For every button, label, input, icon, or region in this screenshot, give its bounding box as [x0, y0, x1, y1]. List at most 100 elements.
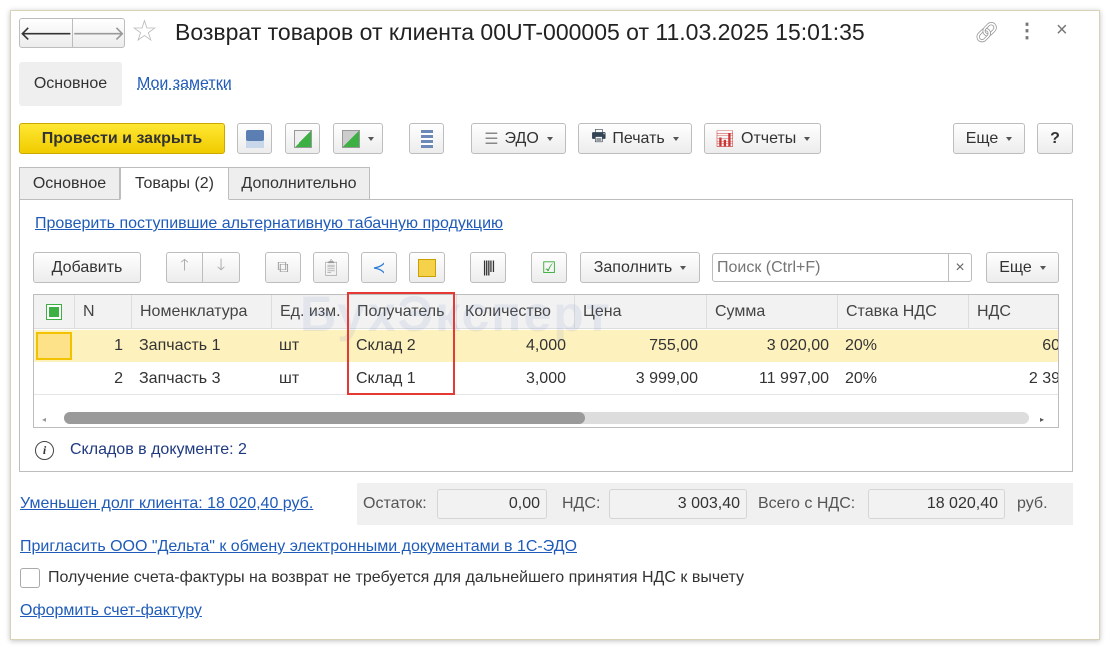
fill-button[interactable]: Заполнить — [580, 252, 700, 283]
back-button[interactable]: 🡐 — [19, 18, 73, 48]
column-icon[interactable] — [34, 295, 74, 328]
total-field: 18 020,40 — [868, 489, 1005, 519]
column-item[interactable]: Номенклатура — [131, 295, 271, 328]
tab-goods[interactable]: Товары (2) — [120, 167, 229, 200]
table-row[interactable]: 1 Запчасть 1 шт Склад 2 4,000 755,00 3 0… — [34, 330, 1059, 362]
more-button[interactable]: Еще — [953, 123, 1025, 154]
star-icon[interactable]: ☆ — [131, 14, 158, 49]
copy-button[interactable]: ⧉ — [265, 252, 301, 283]
debt-link[interactable]: Уменьшен долг клиента: 18 020,40 руб. — [20, 495, 313, 513]
check-button[interactable]: ☑ — [531, 252, 567, 283]
create-based-on-button[interactable] — [333, 123, 383, 154]
column-vat[interactable]: НДС — [968, 295, 1058, 328]
cell-item: Запчасть 1 — [139, 337, 221, 354]
post-and-close-button[interactable]: Провести и закрыть — [19, 123, 225, 154]
checklist-icon: ☑ — [541, 259, 557, 277]
copy-icon: ⧉ — [277, 258, 289, 276]
print-button[interactable]: 🖶 Печать — [578, 123, 692, 154]
table-row[interactable]: 2 Запчасть 3 шт Склад 1 3,000 3 999,00 1… — [34, 363, 1059, 395]
cell-price: 755,00 — [649, 337, 698, 354]
post-icon — [293, 129, 312, 148]
currency-label: руб. — [1017, 495, 1048, 512]
paste-button[interactable]: 📋︎ — [313, 252, 349, 283]
link-icon[interactable]: 🔗︎ — [974, 20, 999, 45]
cell-item: Запчасть 3 — [139, 369, 221, 387]
vat-field: 3 003,40 — [609, 489, 747, 519]
rest-field: 0,00 — [437, 489, 547, 519]
warehouses-info: Складов в документе: 2 — [70, 441, 247, 458]
cell-vat: 2 39 — [1028, 369, 1059, 387]
column-qty[interactable]: Количество — [456, 295, 574, 328]
cell-qty: 3,000 — [525, 369, 566, 387]
cell-vat-rate: 20% — [845, 337, 878, 354]
save-button[interactable] — [237, 123, 272, 154]
arrow-down-icon: 🡓 — [216, 257, 226, 274]
help-button[interactable]: ? — [1037, 123, 1073, 154]
search-input[interactable] — [712, 253, 949, 282]
arrow-right-icon: 🡒 — [71, 22, 126, 45]
journal-button[interactable] — [409, 123, 444, 154]
cell-n: 2 — [114, 369, 123, 387]
cell-sum: 11 997,00 — [759, 369, 829, 387]
cell-vat-rate: 20% — [845, 369, 878, 387]
column-n[interactable]: N — [74, 295, 131, 328]
horizontal-scrollbar[interactable] — [64, 412, 1029, 424]
save-icon — [245, 129, 264, 148]
column-unit[interactable]: Ед. изм. — [271, 295, 348, 328]
add-button[interactable]: Добавить — [33, 252, 141, 283]
column-sum[interactable]: Сумма — [706, 295, 837, 328]
move-down-button[interactable]: 🡓 — [202, 252, 240, 283]
row-marker — [36, 332, 72, 360]
column-price[interactable]: Цена — [574, 295, 706, 328]
cell-n: 1 — [114, 337, 123, 354]
page-title: Возврат товаров от клиента 00UT-000005 о… — [175, 19, 865, 45]
tab-main[interactable]: Основное — [19, 167, 120, 200]
move-up-button[interactable]: 🡑 — [166, 252, 203, 283]
clear-search-button[interactable]: × — [948, 253, 972, 282]
total-label: Всего с НДС: — [758, 495, 856, 512]
edo-icon: ☰ — [484, 130, 499, 148]
close-icon[interactable]: × — [1056, 19, 1068, 42]
edo-button[interactable]: ☰ ЭДО — [471, 123, 566, 154]
nav-main[interactable]: Основное — [19, 62, 122, 106]
nav-notes[interactable]: Мои заметки — [137, 75, 232, 93]
invoice-not-required-checkbox[interactable] — [20, 568, 40, 588]
arrow-left-icon: 🡐 — [19, 22, 73, 45]
more-vert-icon[interactable]: ⋮ — [1017, 18, 1037, 43]
invoice-not-required-label[interactable]: Получение счета-фактуры на возврат не тр… — [48, 569, 744, 587]
cell-vat: 60 — [1042, 337, 1059, 354]
create-invoice-link[interactable]: Оформить счет-фактуру — [20, 602, 202, 620]
rest-label: Остаток: — [363, 495, 427, 512]
barcode-button[interactable]: |||‖ — [470, 252, 506, 283]
table-settings-icon — [46, 303, 62, 320]
cell-unit: шт — [279, 369, 300, 387]
barcode-icon: |||‖ — [482, 258, 495, 276]
scrollbar-thumb[interactable] — [64, 412, 586, 424]
cell-price: 3 999,00 — [635, 369, 698, 387]
invite-edo-link[interactable]: Пригласить ООО "Дельта" к обмену электро… — [20, 538, 577, 556]
forward-button[interactable]: 🡒 — [72, 18, 125, 48]
paste-icon: 📋︎ — [320, 259, 342, 277]
cell-qty: 4,000 — [525, 337, 566, 354]
check-tobacco-link[interactable]: Проверить поступившие альтернативную таб… — [35, 215, 503, 233]
goods-more-button[interactable]: Еще — [986, 252, 1059, 283]
list-icon — [420, 129, 433, 148]
vat-label: НДС: — [562, 495, 601, 512]
reports-button[interactable]: 📊︎ Отчеты — [704, 123, 821, 154]
table-header: N Номенклатура Ед. изм. Получатель Колич… — [34, 295, 1058, 329]
tab-additional[interactable]: Дополнительно — [228, 167, 370, 200]
scroll-left-icon[interactable]: ◂ — [42, 415, 46, 424]
arrow-up-icon: 🡑 — [180, 257, 189, 274]
post-button[interactable] — [285, 123, 320, 154]
goods-table: N Номенклатура Ед. изм. Получатель Колич… — [33, 294, 1059, 428]
scroll-right-icon[interactable]: ▸ — [1040, 415, 1044, 424]
reports-icon: 📊︎ — [714, 130, 735, 148]
split-icon: ≺ — [372, 259, 386, 277]
printer-icon: 🖶 — [591, 128, 607, 145]
split-button[interactable]: ≺ — [361, 252, 397, 283]
cell-unit: шт — [279, 337, 300, 354]
column-vat-rate[interactable]: Ставка НДС — [837, 295, 968, 328]
recipient-highlight-box — [347, 292, 455, 395]
cell-sum: 3 020,00 — [766, 337, 829, 354]
select-button[interactable] — [409, 252, 445, 283]
